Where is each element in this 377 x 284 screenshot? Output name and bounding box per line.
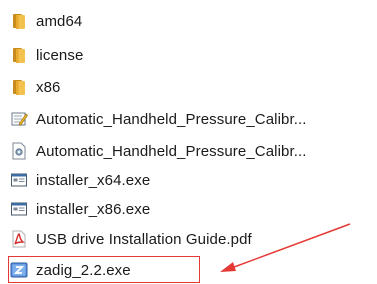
annotation-arrow-icon <box>220 223 351 272</box>
